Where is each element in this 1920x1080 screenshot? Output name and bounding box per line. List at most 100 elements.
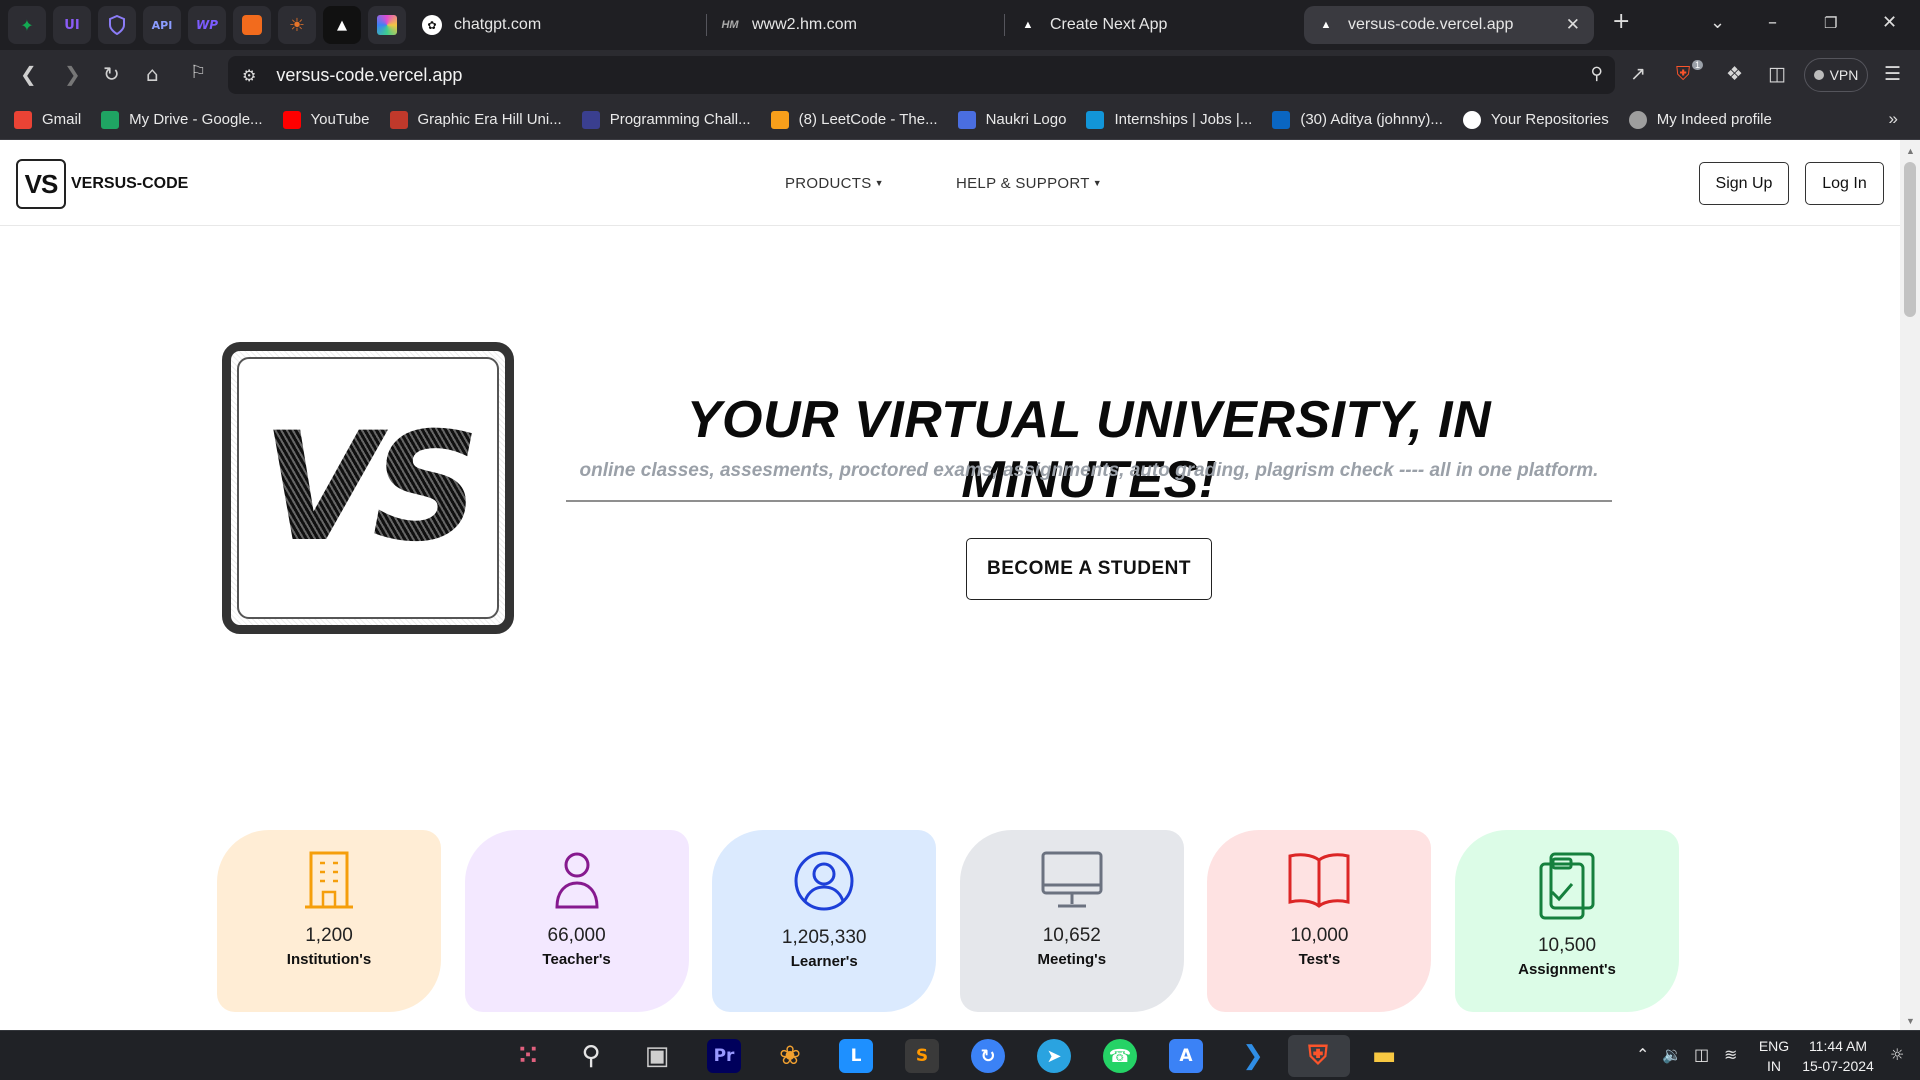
tab-chatgpt[interactable]: ✿ chatgpt.com: [410, 6, 700, 44]
file-explorer-icon[interactable]: ▬: [1367, 1039, 1401, 1073]
pinned-tab-mongodb[interactable]: ✦: [8, 6, 46, 44]
sync-icon[interactable]: ↻: [971, 1039, 1005, 1073]
share-icon[interactable]: ↗: [1630, 63, 1646, 85]
nav-help-support[interactable]: HELP & SUPPORT ▼: [956, 175, 1102, 192]
vpn-button[interactable]: VPN: [1804, 58, 1868, 92]
brand-name[interactable]: VERSUS-CODE: [71, 175, 188, 193]
wifi-icon[interactable]: ≋: [1724, 1045, 1737, 1064]
bookmark-item[interactable]: Naukri Logo: [957, 110, 1067, 129]
forward-button[interactable]: ❯: [64, 62, 81, 86]
task-view-icon[interactable]: ▣: [640, 1039, 674, 1073]
pinned-tabs: ✦ UI API WP ☀ ▲: [0, 6, 413, 44]
ui-icon: UI: [64, 17, 80, 33]
site-logo[interactable]: VS: [16, 159, 66, 209]
become-student-button[interactable]: BECOME A STUDENT: [966, 538, 1212, 600]
back-button[interactable]: ❮: [20, 62, 37, 86]
site-settings-icon[interactable]: ⚙: [242, 66, 256, 85]
whatsapp-icon[interactable]: ☎: [1103, 1039, 1137, 1073]
new-tab-button[interactable]: +: [1612, 9, 1630, 34]
tab-versus-code[interactable]: ▲ versus-code.vercel.app ✕: [1304, 6, 1594, 44]
bookmark-item[interactable]: Programming Chall...: [581, 110, 751, 129]
stat-value: 1,200: [305, 925, 353, 946]
bookmark-icon[interactable]: ⚐: [190, 62, 206, 83]
notification-icon[interactable]: ☼: [1890, 1045, 1904, 1064]
nav-products[interactable]: PRODUCTS ▼: [785, 175, 884, 192]
login-button[interactable]: Log In: [1805, 162, 1884, 205]
bookmark-item[interactable]: Your Repositories: [1462, 110, 1609, 129]
tab-hm[interactable]: HM www2.hm.com: [708, 6, 998, 44]
l-app-icon[interactable]: L: [839, 1039, 873, 1073]
signup-button[interactable]: Sign Up: [1699, 162, 1789, 205]
site-navbar: VS VERSUS-CODE PRODUCTS ▼ HELP & SUPPORT ▼…: [0, 140, 1900, 226]
scroll-up-arrow-icon[interactable]: ▲: [1906, 146, 1915, 156]
apps-grid-icon[interactable]: ⁙: [511, 1039, 545, 1073]
bookmark-item[interactable]: Internships | Jobs |...: [1086, 110, 1253, 129]
language-indicator[interactable]: ENG IN: [1756, 1036, 1792, 1076]
battery-icon[interactable]: ◫: [1694, 1045, 1709, 1064]
pinned-tab-grid[interactable]: [368, 6, 406, 44]
pinned-tab-wp[interactable]: WP: [188, 6, 226, 44]
bookmark-item[interactable]: (30) Aditya (johnny)...: [1272, 110, 1443, 129]
extensions-icon[interactable]: ❖: [1726, 63, 1743, 85]
stat-label: Assignment's: [1518, 961, 1616, 978]
app-store-icon[interactable]: A: [1169, 1039, 1203, 1073]
sublime-text-icon[interactable]: S: [905, 1039, 939, 1073]
clock[interactable]: 11:44 AM 15-07-2024: [1792, 1036, 1884, 1076]
pinned-tab-sun[interactable]: ☀: [278, 6, 316, 44]
close-tab-icon[interactable]: ✕: [1566, 15, 1580, 35]
stat-label: Institution's: [286, 951, 372, 968]
page-scrollbar[interactable]: ▲ ▼: [1900, 140, 1920, 1030]
bookmark-item[interactable]: My Drive - Google...: [101, 110, 263, 129]
sidebar-icon[interactable]: ◫: [1768, 63, 1786, 85]
pinned-tab-ui[interactable]: UI: [53, 6, 91, 44]
stat-card: 1,205,330 Learner's: [712, 830, 937, 1012]
menu-icon[interactable]: ☰: [1884, 63, 1901, 85]
bookmark-item[interactable]: (8) LeetCode - The...: [770, 110, 938, 129]
bookmark-item[interactable]: Graphic Era Hill Uni...: [389, 110, 562, 129]
scroll-thumb[interactable]: [1904, 162, 1916, 317]
minimize-button[interactable]: –: [1768, 12, 1777, 33]
clock-time: 11:44 AM: [1808, 1038, 1868, 1054]
address-bar[interactable]: ⚙ versus-code.vercel.app ⚲: [228, 56, 1615, 94]
brave-icon[interactable]: ⛨: [1301, 1039, 1335, 1073]
pinned-tab-shield[interactable]: [98, 6, 136, 44]
bookmark-label: Internships | Jobs |...: [1114, 111, 1253, 128]
hm-icon: HM: [721, 19, 739, 31]
bookmark-label: My Drive - Google...: [129, 111, 263, 128]
page-viewport: VS VERSUS-CODE PRODUCTS ▼ HELP & SUPPORT ▼…: [0, 140, 1900, 1030]
google-drive-icon: [101, 110, 120, 129]
davinci-resolve-icon[interactable]: ❀: [773, 1039, 807, 1073]
telegram-icon[interactable]: ➤: [1037, 1039, 1071, 1073]
vscode-icon[interactable]: ❯: [1236, 1039, 1270, 1073]
bookmark-item[interactable]: YouTube: [282, 110, 370, 129]
tray-chevron-icon[interactable]: ⌃: [1636, 1045, 1649, 1064]
linkedin-icon: [1272, 110, 1291, 129]
scroll-down-arrow-icon[interactable]: ▼: [1906, 1016, 1915, 1026]
search-icon[interactable]: ⚲: [574, 1039, 608, 1073]
pinned-tab-api[interactable]: API: [143, 6, 181, 44]
windows-taskbar: ⌃ 🔉 ◫ ≋ ENG IN 11:44 AM 15-07-2024 ☼ ⁙ ⚲ ▣…: [0, 1030, 1920, 1080]
search-icon[interactable]: ⚲: [1591, 64, 1603, 84]
bookmark-item[interactable]: My Indeed profile: [1628, 110, 1772, 129]
user-circle-icon: [793, 830, 855, 917]
orange-app-icon: [242, 15, 262, 35]
colorful-grid-icon: [377, 15, 397, 35]
clipboard-check-icon: [1537, 830, 1597, 925]
wp-icon: WP: [195, 18, 219, 32]
tab-create-next-app[interactable]: ▲ Create Next App: [1006, 6, 1296, 44]
close-window-button[interactable]: ✕: [1882, 12, 1897, 33]
more-bookmarks-icon[interactable]: »: [1889, 109, 1898, 129]
premiere-pro-icon[interactable]: Pr: [707, 1039, 741, 1073]
bookmark-label: Naukri Logo: [985, 111, 1067, 128]
internshala-icon: [1086, 110, 1105, 129]
reload-button[interactable]: ↻: [103, 62, 120, 86]
pinned-tab-vercel[interactable]: ▲: [323, 6, 361, 44]
home-icon[interactable]: ⌂: [146, 62, 159, 86]
bookmark-item[interactable]: Gmail: [14, 110, 81, 129]
tab-search-chevron-icon[interactable]: ⌄: [1710, 12, 1725, 33]
stat-label: Test's: [1298, 951, 1341, 968]
brave-shields-icon[interactable]: ⛨: [1676, 63, 1690, 85]
volume-icon[interactable]: 🔉: [1662, 1045, 1682, 1064]
restore-button[interactable]: ❐: [1824, 14, 1837, 32]
pinned-tab-orange[interactable]: [233, 6, 271, 44]
